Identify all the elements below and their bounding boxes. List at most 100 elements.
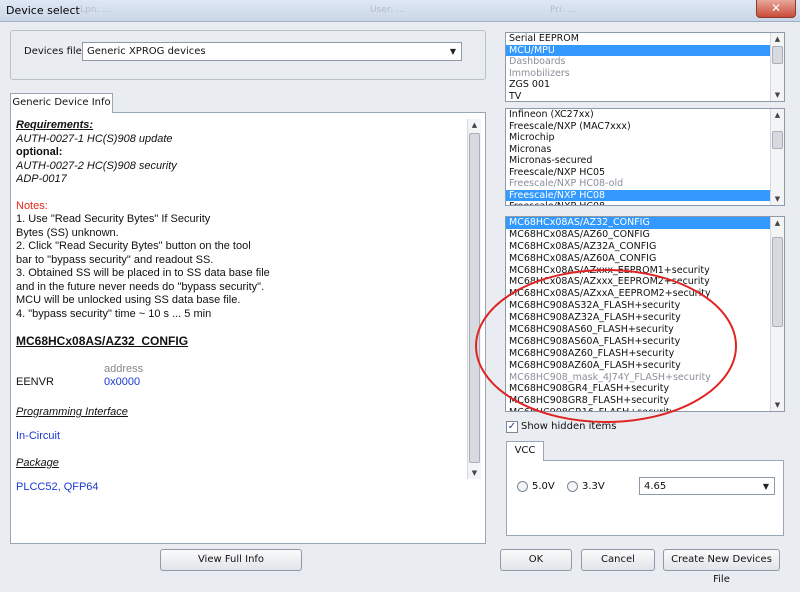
register-name: EENVR	[16, 376, 54, 388]
device-list-item[interactable]: MC68HCx08AS/AZxxx_EEPROM1+security	[506, 265, 784, 277]
device-list-item[interactable]: MC68HC908GR8_FLASH+security	[506, 395, 784, 407]
devices-file-value: Generic XPROG devices	[87, 46, 206, 57]
scrollbar-thumb[interactable]	[772, 131, 783, 149]
device-list-item[interactable]: MC68HCx08AS/AZ32_CONFIG	[506, 217, 784, 229]
manufacturer-list-item[interactable]: Microchip	[506, 132, 784, 144]
manufacturer-list-item[interactable]: Freescale/NXP HC08-old	[506, 178, 784, 190]
faint-text-3: Pri: ...	[550, 5, 576, 15]
scrollbar-thumb[interactable]	[469, 133, 480, 463]
requirements-heading: Requirements:	[16, 119, 94, 131]
package-value: PLCC52, QFP64	[16, 480, 99, 493]
category-list-item[interactable]: TV	[506, 91, 784, 102]
checkmark-icon: ✓	[507, 421, 517, 432]
optional-label: optional:	[16, 146, 63, 158]
note-line: 1. Use "Read Security Bytes" If Security	[16, 213, 211, 225]
note-line: bar to "bypass security" and readout SS.	[16, 253, 214, 266]
category-list-item[interactable]: ZGS 001	[506, 79, 784, 91]
notes-label: Notes:	[16, 199, 48, 212]
category-list-item[interactable]: Immobilizers	[506, 68, 784, 80]
manufacturer-list-item[interactable]: Freescale/NXP (MAC7xxx)	[506, 121, 784, 133]
faint-text-1: Lpn: ...	[80, 5, 111, 15]
device-list-item[interactable]: MC68HC908AZ60A_FLASH+security	[506, 360, 784, 372]
scroll-down-icon[interactable]: ▼	[771, 399, 784, 411]
category-list[interactable]: Serial EEPROM MCU/MPU Dashboards Immobilize…	[505, 32, 785, 102]
address-label: address	[104, 362, 144, 375]
close-button[interactable]: ✕	[756, 0, 796, 18]
device-list-item[interactable]: MC68HC908GR4_FLASH+security	[506, 383, 784, 395]
radio-5v-label: 5.0V	[532, 481, 555, 492]
device-list-item[interactable]: MC68HCx08AS/AZxxx_EEPROM2+security	[506, 276, 784, 288]
show-hidden-label: Show hidden items	[521, 421, 617, 432]
device-list-item[interactable]: MC68HC908AS60A_FLASH+security	[506, 336, 784, 348]
requirement-item: AUTH-0027-1 HC(S)908 update	[16, 132, 173, 145]
scroll-up-icon[interactable]: ▲	[771, 217, 784, 229]
vcc-panel: 5.0V 3.3V 4.65 ▼	[506, 460, 784, 536]
radio-5v[interactable]	[517, 481, 528, 492]
scroll-up-icon[interactable]: ▲	[771, 109, 784, 121]
device-scrollbar[interactable]: ▲ ▼	[770, 217, 784, 411]
programming-interface-label: Programming Interface	[16, 406, 128, 418]
scroll-up-icon[interactable]: ▲	[771, 33, 784, 45]
scrollbar-thumb[interactable]	[772, 46, 783, 64]
vcc-custom-value: 4.65	[644, 481, 667, 492]
radio-3v3[interactable]	[567, 481, 578, 492]
tab-vcc[interactable]: VCC	[506, 441, 544, 461]
title-bar: Device select Lpn: ... User: ... Pri: ..…	[0, 0, 800, 22]
device-list-item[interactable]: MC68HC908AS60_FLASH+security	[506, 324, 784, 336]
device-list-item[interactable]: MC68HCx08AS/AZ32A_CONFIG	[506, 241, 784, 253]
scroll-down-icon[interactable]: ▼	[771, 89, 784, 101]
ok-button[interactable]: OK	[500, 549, 572, 571]
show-hidden-checkbox[interactable]: ✓	[506, 421, 518, 433]
close-icon: ✕	[770, 1, 782, 15]
scroll-down-icon[interactable]: ▼	[468, 467, 481, 479]
device-list-item[interactable]: MC68HC908AZ60_FLASH+security	[506, 348, 784, 360]
register-address: 0x0000	[104, 376, 141, 388]
window-title: Device select	[6, 4, 80, 17]
vcc-custom-select[interactable]: 4.65 ▼	[639, 477, 775, 495]
category-list-item[interactable]: MCU/MPU	[506, 44, 784, 56]
device-list-item[interactable]: MC68HC908AZ32A_FLASH+security	[506, 312, 784, 324]
note-line: MCU will be unlocked using SS data base …	[16, 294, 241, 306]
category-list-item[interactable]: Serial EEPROM	[506, 33, 784, 45]
manufacturer-list[interactable]: Infineon (XC27xx) Freescale/NXP (MAC7xxx)…	[505, 108, 785, 206]
note-line: 2. Click "Read Security Bytes" button on…	[16, 240, 251, 252]
manufacturer-list-item[interactable]: Micronas-secured	[506, 155, 784, 167]
device-heading: MC68HCx08AS/AZ32_CONFIG	[16, 334, 189, 348]
view-full-info-button[interactable]: View Full Info	[160, 549, 302, 571]
note-line: and in the future never needs do "bypass…	[16, 280, 265, 293]
category-scrollbar[interactable]: ▲ ▼	[770, 33, 784, 101]
device-info-panel: Requirements: AUTH-0027-1 HC(S)908 updat…	[10, 112, 486, 544]
create-new-devices-file-button[interactable]: Create New Devices File	[663, 549, 780, 585]
faint-text-2: User: ...	[370, 5, 405, 15]
device-list-item[interactable]: MC68HC908GR16_FLASH+security	[506, 407, 784, 411]
device-list-item[interactable]: MC68HC908AS32A_FLASH+security	[506, 300, 784, 312]
device-list-item[interactable]: MC68HCx08AS/AZxxA_EEPROM2+security	[506, 288, 784, 300]
device-info-text: Requirements: AUTH-0027-1 HC(S)908 updat…	[16, 119, 460, 539]
cancel-button[interactable]: Cancel	[581, 549, 655, 571]
package-label: Package	[16, 457, 59, 469]
scrollbar-thumb[interactable]	[772, 237, 783, 327]
device-list-item[interactable]: MC68HC908_mask_4J74Y_FLASH+security	[506, 372, 784, 384]
device-list-item[interactable]: MC68HCx08AS/AZ60A_CONFIG	[506, 253, 784, 265]
note-line: 3. Obtained SS will be placed in to SS d…	[16, 267, 270, 279]
chevron-down-icon: ▼	[762, 482, 769, 491]
device-list[interactable]: MC68HCx08AS/AZ32_CONFIG MC68HCx08AS/AZ60_…	[505, 216, 785, 412]
devices-file-label: Devices file:	[24, 46, 86, 57]
manufacturer-list-item[interactable]: Freescale/NXP HC08...	[506, 201, 784, 205]
programming-interface-value: In-Circuit	[16, 429, 61, 442]
devices-file-select[interactable]: Generic XPROG devices ▼	[82, 42, 462, 61]
radio-3v3-label: 3.3V	[582, 481, 605, 492]
manufacturer-list-item[interactable]: Freescale/NXP HC05	[506, 167, 784, 179]
device-list-item[interactable]: MC68HCx08AS/AZ60_CONFIG	[506, 229, 784, 241]
scroll-down-icon[interactable]: ▼	[771, 193, 784, 205]
chevron-down-icon: ▼	[449, 47, 456, 56]
category-list-item[interactable]: Dashboards	[506, 56, 784, 68]
info-scrollbar[interactable]: ▲ ▼	[467, 119, 481, 479]
optional-item: ADP-0017	[16, 173, 67, 185]
manufacturer-scrollbar[interactable]: ▲ ▼	[770, 109, 784, 205]
scroll-up-icon[interactable]: ▲	[468, 119, 481, 131]
manufacturer-list-item[interactable]: Freescale/NXP HC08	[506, 189, 784, 201]
tab-generic-device-info[interactable]: Generic Device Info	[10, 93, 113, 113]
manufacturer-list-item[interactable]: Infineon (XC27xx)	[506, 109, 784, 121]
manufacturer-list-item[interactable]: Micronas	[506, 144, 784, 156]
